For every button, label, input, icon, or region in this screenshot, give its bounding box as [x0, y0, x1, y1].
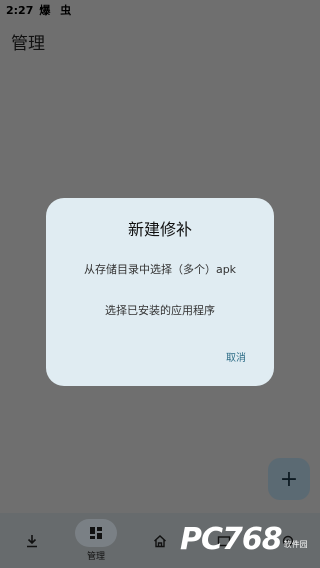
status-bar: 2:27 爆 虫 — [0, 0, 320, 20]
status-time: 2:27 — [6, 3, 34, 17]
select-apk-from-storage-option[interactable]: 从存储目录中选择（多个）apk — [46, 261, 274, 277]
cancel-button[interactable]: 取消 — [226, 349, 246, 364]
home-icon — [154, 534, 166, 547]
app-bar: 管理 — [0, 20, 320, 62]
nav-item-manage[interactable]: 管理 — [64, 513, 128, 568]
dialog-title: 新建修补 — [127, 220, 192, 239]
select-installed-app-option[interactable]: 选择已安装的应用程序 — [46, 302, 274, 318]
nav-label-manage: 管理 — [86, 552, 105, 562]
status-notification-icons: 爆 虫 — [39, 4, 75, 17]
watermark-text: PC768 — [180, 522, 283, 557]
page-title: 管理 — [11, 33, 45, 54]
pc768-watermark-logo: PC768 软件园 — [180, 522, 308, 558]
nav-item-download[interactable] — [0, 513, 64, 568]
add-patch-button[interactable]: + — [268, 458, 310, 500]
new-patch-dialog: 新建修补 从存储目录中选择（多个）apk 选择已安装的应用程序 取消 — [46, 198, 274, 386]
plus-icon: + — [279, 466, 299, 492]
watermark-subtext: 软件园 — [283, 540, 308, 549]
download-icon — [27, 534, 37, 547]
dashboard-icon — [90, 527, 102, 539]
